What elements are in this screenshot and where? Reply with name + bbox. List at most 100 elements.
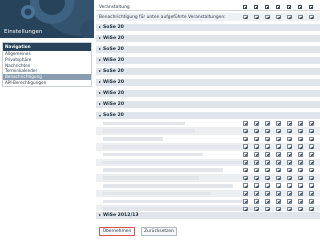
course-module-checkbox[interactable] (243, 152, 248, 157)
course-module-checkbox[interactable] (287, 128, 292, 134)
course-module-checkbox[interactable] (254, 167, 259, 173)
nav-item-api-berechtigungen[interactable]: API-Berechtigungen (3, 80, 91, 86)
course-module-checkbox[interactable] (287, 167, 292, 173)
course-module-checkbox[interactable] (298, 160, 303, 165)
course-module-checkbox[interactable] (287, 183, 292, 189)
course-module-checkbox[interactable] (287, 121, 292, 126)
course-module-checkbox[interactable] (287, 144, 292, 150)
course-module-checkbox[interactable] (287, 199, 292, 204)
semester-row[interactable]: WiSe 20 (96, 55, 320, 64)
course-module-checkbox[interactable] (309, 128, 314, 134)
course-module-checkbox[interactable] (265, 183, 270, 189)
course-module-checkbox[interactable] (298, 191, 303, 196)
semester-row[interactable]: SoSe 20 (96, 44, 320, 53)
semester-row[interactable]: SoSe 20 (96, 66, 320, 75)
semester-row[interactable]: WiSe 20 (96, 33, 320, 42)
course-module-checkbox[interactable] (309, 121, 314, 126)
notify-all-checkbox[interactable] (276, 14, 281, 20)
course-module-checkbox[interactable] (276, 144, 281, 150)
course-module-checkbox[interactable] (298, 183, 303, 189)
semester-row-expanded[interactable]: SoSe 20 (96, 110, 320, 119)
course-module-checkbox[interactable] (243, 191, 248, 196)
course-module-checkbox[interactable] (276, 136, 281, 142)
course-module-checkbox[interactable] (254, 152, 259, 157)
course-module-checkbox[interactable] (265, 199, 270, 204)
course-module-checkbox[interactable] (298, 175, 303, 181)
course-module-checkbox[interactable] (265, 152, 270, 157)
course-module-checkbox[interactable] (265, 121, 270, 126)
course-module-checkbox[interactable] (298, 199, 303, 204)
apply-button[interactable]: Übernehmen (99, 227, 135, 236)
course-module-checkbox[interactable] (298, 128, 303, 134)
course-module-checkbox[interactable] (265, 160, 270, 165)
course-module-checkbox[interactable] (254, 183, 259, 189)
course-module-checkbox[interactable] (243, 144, 248, 150)
course-module-checkbox[interactable] (298, 121, 303, 126)
chevron-right-icon (99, 36, 101, 39)
course-module-checkbox[interactable] (243, 160, 248, 165)
course-module-checkbox[interactable] (276, 121, 281, 126)
course-module-checkbox[interactable] (276, 152, 281, 157)
course-module-checkbox[interactable] (298, 152, 303, 157)
course-module-checkbox[interactable] (276, 191, 281, 196)
reset-button[interactable]: Zurücksetzen (141, 227, 177, 236)
course-module-checkbox[interactable] (287, 175, 292, 181)
course-module-checkbox[interactable] (243, 121, 248, 126)
course-module-checkbox[interactable] (243, 183, 248, 189)
course-module-checkbox[interactable] (287, 152, 292, 157)
course-module-checkbox[interactable] (254, 144, 259, 150)
course-module-checkbox[interactable] (287, 160, 292, 165)
course-module-checkbox[interactable] (243, 128, 248, 134)
notify-all-checkbox[interactable] (265, 14, 270, 20)
course-module-checkbox[interactable] (265, 144, 270, 150)
course-module-checkbox[interactable] (309, 136, 314, 142)
course-module-checkbox[interactable] (265, 191, 270, 196)
course-module-checkbox[interactable] (309, 144, 314, 150)
course-module-checkbox[interactable] (254, 160, 259, 165)
course-module-checkbox[interactable] (265, 167, 270, 173)
course-module-checkbox[interactable] (309, 183, 314, 189)
course-module-checkbox[interactable] (243, 175, 248, 181)
course-module-checkbox[interactable] (309, 152, 314, 157)
notify-all-checkbox[interactable] (298, 14, 303, 20)
course-module-checkbox[interactable] (254, 128, 259, 134)
semester-row[interactable]: WiSe 20 (96, 99, 320, 108)
course-module-checkbox[interactable] (254, 175, 259, 181)
course-module-checkbox[interactable] (265, 136, 270, 142)
course-module-checkbox[interactable] (254, 121, 259, 126)
course-module-checkbox[interactable] (276, 175, 281, 181)
course-module-checkbox[interactable] (298, 167, 303, 173)
course-module-checkbox[interactable] (276, 183, 281, 189)
module-icon (265, 5, 269, 9)
course-module-checkbox[interactable] (298, 144, 303, 150)
course-module-checkbox[interactable] (254, 136, 259, 142)
course-module-checkbox[interactable] (243, 167, 248, 173)
course-module-checkbox[interactable] (298, 136, 303, 142)
semester-row[interactable]: WiSe 20 (96, 88, 320, 97)
semester-row[interactable]: WiSe 2012/13 (96, 210, 320, 219)
notify-all-checkbox[interactable] (287, 14, 292, 20)
course-module-checkbox[interactable] (243, 136, 248, 142)
semester-label: WiSe 20 (103, 102, 125, 108)
course-module-checkbox[interactable] (243, 199, 248, 204)
course-module-checkbox[interactable] (309, 191, 314, 196)
course-module-checkbox[interactable] (276, 160, 281, 165)
course-module-checkbox[interactable] (309, 175, 314, 181)
course-module-checkbox[interactable] (276, 128, 281, 134)
course-module-checkbox[interactable] (254, 199, 259, 204)
notify-all-checkbox[interactable] (309, 14, 314, 20)
course-module-checkbox[interactable] (287, 136, 292, 142)
semester-row[interactable]: SoSe 20 (96, 22, 320, 31)
course-module-checkbox[interactable] (276, 167, 281, 173)
course-module-checkbox[interactable] (265, 128, 270, 134)
course-module-checkbox[interactable] (309, 167, 314, 173)
course-module-checkbox[interactable] (309, 199, 314, 204)
course-module-checkbox[interactable] (287, 191, 292, 196)
notify-all-checkbox[interactable] (243, 14, 248, 20)
course-module-checkbox[interactable] (254, 191, 259, 196)
semester-row[interactable]: WiSe 20 (96, 77, 320, 86)
course-module-checkbox[interactable] (265, 175, 270, 181)
notify-all-checkbox[interactable] (254, 14, 259, 20)
course-module-checkbox[interactable] (276, 199, 281, 204)
course-module-checkbox[interactable] (309, 160, 314, 165)
